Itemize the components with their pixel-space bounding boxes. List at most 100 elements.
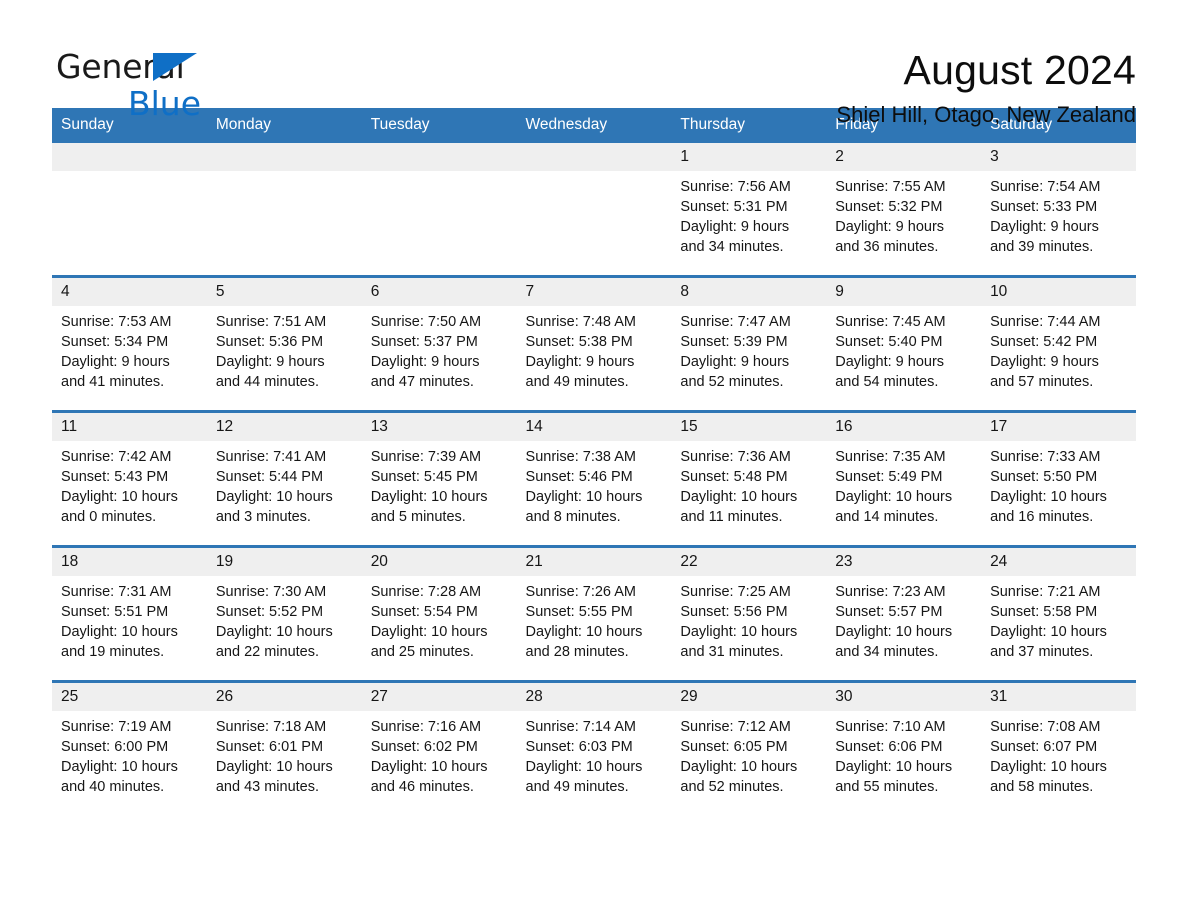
day-details: Sunrise: 7:10 AM Sunset: 6:06 PM Daylight:… (826, 711, 981, 797)
calendar-week-row: 18 Sunrise: 7:31 AM Sunset: 5:51 PM Dayligh… (52, 545, 1136, 682)
sunset-text: Sunset: 5:52 PM (215, 604, 324, 620)
daylight-text-line2: and 41 minutes. (61, 374, 165, 390)
day-cell[interactable]: 27 Sunrise: 7:16 AM Sunset: 6:02 PM Dayligh… (361, 683, 517, 815)
daylight-text-line2: and 40 minutes. (61, 779, 165, 795)
day-cell[interactable]: 29 Sunrise: 7:12 AM Sunset: 6:05 PM Dayligh… (671, 683, 827, 815)
daylight-text-line2: and 25 minutes. (370, 644, 474, 660)
day-cell[interactable]: 26 Sunrise: 7:18 AM Sunset: 6:01 PM Dayligh… (206, 683, 362, 815)
day-details: Sunrise: 7:19 AM Sunset: 6:00 PM Daylight:… (52, 711, 207, 797)
calendar-cell: 24 Sunrise: 7:21 AM Sunset: 5:58 PM Dayligh… (981, 545, 1136, 682)
day-number: 29 (671, 683, 827, 711)
day-cell[interactable]: 15 Sunrise: 7:36 AM Sunset: 5:48 PM Dayligh… (671, 413, 827, 545)
calendar-cell (52, 143, 207, 277)
day-details: Sunrise: 7:54 AM Sunset: 5:33 PM Daylight:… (981, 171, 1136, 257)
day-number: 20 (361, 548, 517, 576)
calendar-week-row: 25 Sunrise: 7:19 AM Sunset: 6:00 PM Dayligh… (52, 680, 1136, 815)
sunset-text: Sunset: 5:38 PM (525, 334, 633, 350)
day-cell[interactable]: 8 Sunrise: 7:47 AM Sunset: 5:39 PM Daylight… (671, 278, 827, 410)
sunset-text: Sunset: 5:54 PM (370, 604, 478, 620)
sunrise-text: Sunrise: 7:48 AM (525, 314, 636, 330)
sunset-text: Sunset: 5:48 PM (680, 469, 788, 485)
daylight-text-line2: and 19 minutes. (61, 644, 165, 660)
daylight-text-line1: Daylight: 10 hours (61, 624, 178, 640)
day-cell[interactable]: 21 Sunrise: 7:26 AM Sunset: 5:55 PM Dayligh… (516, 548, 672, 680)
day-cell[interactable]: 10 Sunrise: 7:44 AM Sunset: 5:42 PM Dayligh… (981, 278, 1136, 410)
daylight-text-line2: and 44 minutes. (215, 374, 320, 390)
weekday-header-tuesday: Tuesday (361, 108, 517, 143)
day-cell[interactable]: 7 Sunrise: 7:48 AM Sunset: 5:38 PM Daylight… (516, 278, 672, 410)
daylight-text-line1: Daylight: 10 hours (835, 624, 953, 640)
day-cell[interactable]: 14 Sunrise: 7:38 AM Sunset: 5:46 PM Dayligh… (516, 413, 672, 545)
day-cell[interactable]: 9 Sunrise: 7:45 AM Sunset: 5:40 PM Daylight… (826, 278, 982, 410)
day-cell[interactable]: 28 Sunrise: 7:14 AM Sunset: 6:03 PM Dayligh… (516, 683, 672, 815)
day-cell[interactable]: 22 Sunrise: 7:25 AM Sunset: 5:56 PM Dayligh… (671, 548, 827, 680)
sunset-text: Sunset: 6:03 PM (525, 739, 633, 755)
calendar-cell: 6 Sunrise: 7:50 AM Sunset: 5:37 PM Daylight… (361, 275, 517, 412)
daylight-text-line1: Daylight: 10 hours (525, 624, 643, 640)
day-details: Sunrise: 7:21 AM Sunset: 5:58 PM Daylight:… (981, 576, 1136, 662)
calendar-cell: 30 Sunrise: 7:10 AM Sunset: 6:06 PM Dayligh… (826, 680, 982, 815)
day-number: 4 (52, 278, 207, 306)
day-number: 18 (52, 548, 207, 576)
calendar-cell: 23 Sunrise: 7:23 AM Sunset: 5:57 PM Dayligh… (826, 545, 982, 682)
day-cell[interactable]: 31 Sunrise: 7:08 AM Sunset: 6:07 PM Dayligh… (981, 683, 1136, 815)
logo-triangle-icon (153, 53, 197, 81)
daylight-text-line2: and 46 minutes. (370, 779, 474, 795)
day-cell[interactable]: 11 Sunrise: 7:42 AM Sunset: 5:43 PM Dayligh… (52, 413, 207, 545)
day-cell[interactable]: 25 Sunrise: 7:19 AM Sunset: 6:00 PM Dayligh… (52, 683, 207, 815)
day-number (361, 143, 517, 171)
calendar-body: 1 Sunrise: 7:56 AM Sunset: 5:31 PM Daylight… (52, 143, 1136, 815)
day-cell[interactable]: 3 Sunrise: 7:54 AM Sunset: 5:33 PM Daylight… (981, 143, 1136, 275)
day-cell[interactable]: 17 Sunrise: 7:33 AM Sunset: 5:50 PM Dayligh… (981, 413, 1136, 545)
calendar-cell: 1 Sunrise: 7:56 AM Sunset: 5:31 PM Daylight… (671, 143, 827, 277)
day-details: Sunrise: 7:47 AM Sunset: 5:39 PM Daylight:… (671, 306, 826, 392)
day-number (516, 143, 672, 171)
daylight-text-line1: Daylight: 9 hours (835, 219, 945, 235)
sunrise-text: Sunrise: 7:18 AM (215, 719, 327, 735)
weekday-header-wednesday: Wednesday (516, 108, 672, 143)
day-cell[interactable]: 6 Sunrise: 7:50 AM Sunset: 5:37 PM Daylight… (361, 278, 517, 410)
sunset-text: Sunset: 6:07 PM (990, 739, 1098, 755)
sunrise-text: Sunrise: 7:51 AM (215, 314, 327, 330)
calendar-cell: 5 Sunrise: 7:51 AM Sunset: 5:36 PM Daylight… (206, 275, 362, 412)
day-details: Sunrise: 7:28 AM Sunset: 5:54 PM Daylight:… (362, 576, 517, 662)
day-details: Sunrise: 7:51 AM Sunset: 5:36 PM Daylight:… (207, 306, 362, 392)
day-cell[interactable]: 20 Sunrise: 7:28 AM Sunset: 5:54 PM Dayligh… (361, 548, 517, 680)
day-number: 23 (826, 548, 982, 576)
day-details: Sunrise: 7:31 AM Sunset: 5:51 PM Daylight:… (52, 576, 207, 662)
sunrise-text: Sunrise: 7:55 AM (835, 179, 946, 195)
daylight-text-line2: and 8 minutes. (525, 509, 621, 525)
day-number (52, 143, 207, 171)
day-cell[interactable]: 23 Sunrise: 7:23 AM Sunset: 5:57 PM Dayligh… (826, 548, 982, 680)
day-cell[interactable]: 16 Sunrise: 7:35 AM Sunset: 5:49 PM Dayligh… (826, 413, 982, 545)
day-cell[interactable]: 4 Sunrise: 7:53 AM Sunset: 5:34 PM Daylight… (52, 278, 207, 410)
generalblue-logo[interactable]: General Blue (56, 50, 201, 122)
day-details: Sunrise: 7:33 AM Sunset: 5:50 PM Daylight:… (981, 441, 1136, 527)
day-cell[interactable]: 30 Sunrise: 7:10 AM Sunset: 6:06 PM Dayligh… (826, 683, 982, 815)
daylight-text-line2: and 37 minutes. (990, 644, 1094, 660)
calendar-cell: 29 Sunrise: 7:12 AM Sunset: 6:05 PM Dayligh… (671, 680, 827, 815)
day-cell[interactable]: 5 Sunrise: 7:51 AM Sunset: 5:36 PM Daylight… (206, 278, 362, 410)
day-cell[interactable]: 19 Sunrise: 7:30 AM Sunset: 5:52 PM Dayligh… (206, 548, 362, 680)
daylight-text-line1: Daylight: 9 hours (990, 219, 1099, 235)
day-cell[interactable]: 18 Sunrise: 7:31 AM Sunset: 5:51 PM Dayligh… (52, 548, 207, 680)
daylight-text-line2: and 34 minutes. (835, 644, 939, 660)
day-number: 11 (52, 413, 207, 441)
day-cell[interactable]: 1 Sunrise: 7:56 AM Sunset: 5:31 PM Daylight… (671, 143, 827, 275)
sunrise-text: Sunrise: 7:44 AM (990, 314, 1101, 330)
weekday-header-monday: Monday (206, 108, 362, 143)
logo-text-blue: Blue (128, 84, 202, 123)
daylight-text-line2: and 55 minutes. (835, 779, 939, 795)
calendar-cell: 2 Sunrise: 7:55 AM Sunset: 5:32 PM Daylight… (826, 143, 982, 277)
daylight-text-line1: Daylight: 10 hours (990, 489, 1107, 505)
sunset-text: Sunset: 5:58 PM (990, 604, 1098, 620)
day-cell[interactable]: 13 Sunrise: 7:39 AM Sunset: 5:45 PM Dayligh… (361, 413, 517, 545)
sunrise-text: Sunrise: 7:31 AM (61, 584, 172, 600)
day-number: 26 (206, 683, 362, 711)
daylight-text-line1: Daylight: 10 hours (215, 624, 333, 640)
day-cell[interactable]: 12 Sunrise: 7:41 AM Sunset: 5:44 PM Dayligh… (206, 413, 362, 545)
day-cell[interactable]: 24 Sunrise: 7:21 AM Sunset: 5:58 PM Dayligh… (981, 548, 1136, 680)
day-cell[interactable]: 2 Sunrise: 7:55 AM Sunset: 5:32 PM Daylight… (826, 143, 982, 275)
day-details: Sunrise: 7:45 AM Sunset: 5:40 PM Daylight:… (826, 306, 981, 392)
daylight-text-line1: Daylight: 10 hours (680, 624, 798, 640)
